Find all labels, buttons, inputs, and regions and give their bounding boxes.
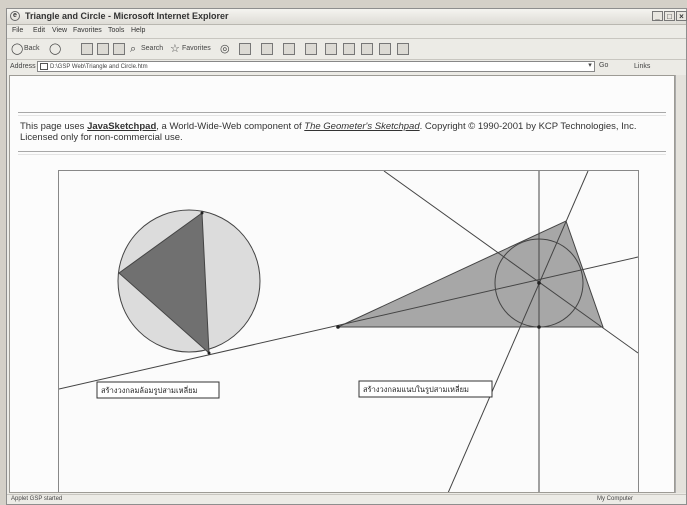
notice-middle: , a World-Wide-Web component of xyxy=(156,121,305,132)
center-point[interactable] xyxy=(537,281,541,285)
print-icon[interactable] xyxy=(283,43,295,55)
menu-edit[interactable]: Edit xyxy=(33,27,45,34)
sketchpad-applet[interactable]: สร้างวงกลมล้อมรูปสามเหลี่ยม สร้างวงกลมแน… xyxy=(58,170,639,493)
status-text: Applet GSP started xyxy=(11,496,63,502)
menu-view[interactable]: View xyxy=(52,27,67,34)
messenger-icon[interactable] xyxy=(343,43,355,55)
toolbar: ◯ Back ◯ ⌕ Search ☆ Favorites ◎ xyxy=(7,38,686,59)
menu-tools[interactable]: Tools xyxy=(108,27,124,34)
menu-file[interactable]: File xyxy=(12,27,23,34)
refresh-icon[interactable] xyxy=(97,43,109,55)
javasketchpad-link[interactable]: JavaSketchpad xyxy=(87,121,156,132)
extended-line-3 xyxy=(447,170,589,492)
browser-window: e Triangle and Circle - Microsoft Intern… xyxy=(6,8,687,505)
home-icon[interactable] xyxy=(113,43,125,55)
discuss-icon[interactable] xyxy=(325,43,337,55)
notice-prefix: This page uses xyxy=(20,121,88,132)
menu-bar: File Edit View Favorites Tools Help xyxy=(7,25,686,37)
search-icon[interactable]: ⌕ xyxy=(130,42,136,56)
minimize-button[interactable]: _ xyxy=(652,11,663,21)
tangent-point[interactable] xyxy=(537,325,541,329)
media-icon[interactable]: ◎ xyxy=(220,42,230,56)
vertical-scrollbar[interactable] xyxy=(675,75,686,493)
menu-help[interactable]: Help xyxy=(131,27,145,34)
inscribe-button[interactable]: สร้างวงกลมแนบในรูปสามเหลี่ยม xyxy=(363,384,469,394)
address-dropdown-icon[interactable]: ▾ xyxy=(585,61,595,70)
back-button[interactable]: Back xyxy=(24,42,40,56)
vertex-point[interactable] xyxy=(336,325,340,329)
address-value: D:\GSP Web\Triangle and Circle.htm xyxy=(50,64,148,70)
favorites-icon[interactable]: ☆ xyxy=(170,42,180,56)
divider-bottom xyxy=(18,151,666,155)
favorites-button[interactable]: Favorites xyxy=(182,42,211,56)
address-bar: Address D:\GSP Web\Triangle and Circle.h… xyxy=(7,59,686,74)
edit-icon[interactable] xyxy=(305,43,317,55)
divider-top xyxy=(18,112,666,116)
maximize-button[interactable]: □ xyxy=(664,11,675,21)
go-button[interactable]: Go xyxy=(599,62,608,69)
address-label: Address xyxy=(10,63,36,70)
gsp-link[interactable]: The Geometer's Sketchpad xyxy=(304,121,419,132)
close-button[interactable]: × xyxy=(676,11,687,21)
geometry-canvas[interactable]: สร้างวงกลมล้อมรูปสามเหลี่ยม สร้างวงกลมแน… xyxy=(58,170,639,493)
toolbar-extra-icon-2[interactable] xyxy=(379,43,391,55)
vertex-point[interactable] xyxy=(207,351,211,355)
links-button[interactable]: Links xyxy=(634,63,650,70)
circumscribe-button[interactable]: สร้างวงกลมล้อมรูปสามเหลี่ยม xyxy=(101,385,197,395)
search-button[interactable]: Search xyxy=(141,42,163,56)
copyright-notice: This page uses JavaSketchpad, a World-Wi… xyxy=(20,121,660,143)
forward-icon[interactable]: ◯ xyxy=(49,42,61,56)
title-bar: e Triangle and Circle - Microsoft Intern… xyxy=(7,9,687,25)
mail-icon[interactable] xyxy=(261,43,273,55)
ie-logo-icon: e xyxy=(10,11,20,21)
toolbar-extra-icon[interactable] xyxy=(361,43,373,55)
vertex-point[interactable] xyxy=(200,211,204,215)
back-arrow-icon[interactable]: ◯ xyxy=(11,42,23,56)
toolbar-extra-icon-3[interactable] xyxy=(397,43,409,55)
window-title: Triangle and Circle - Microsoft Internet… xyxy=(25,11,229,21)
menu-favorites[interactable]: Favorites xyxy=(73,27,102,34)
page-content: This page uses JavaSketchpad, a World-Wi… xyxy=(9,75,675,493)
address-input[interactable]: D:\GSP Web\Triangle and Circle.htm xyxy=(37,61,595,72)
history-icon[interactable] xyxy=(239,43,251,55)
page-icon xyxy=(40,63,48,70)
status-bar: Applet GSP started My Computer xyxy=(7,494,686,505)
stop-icon[interactable] xyxy=(81,43,93,55)
zone-text: My Computer xyxy=(597,496,634,502)
